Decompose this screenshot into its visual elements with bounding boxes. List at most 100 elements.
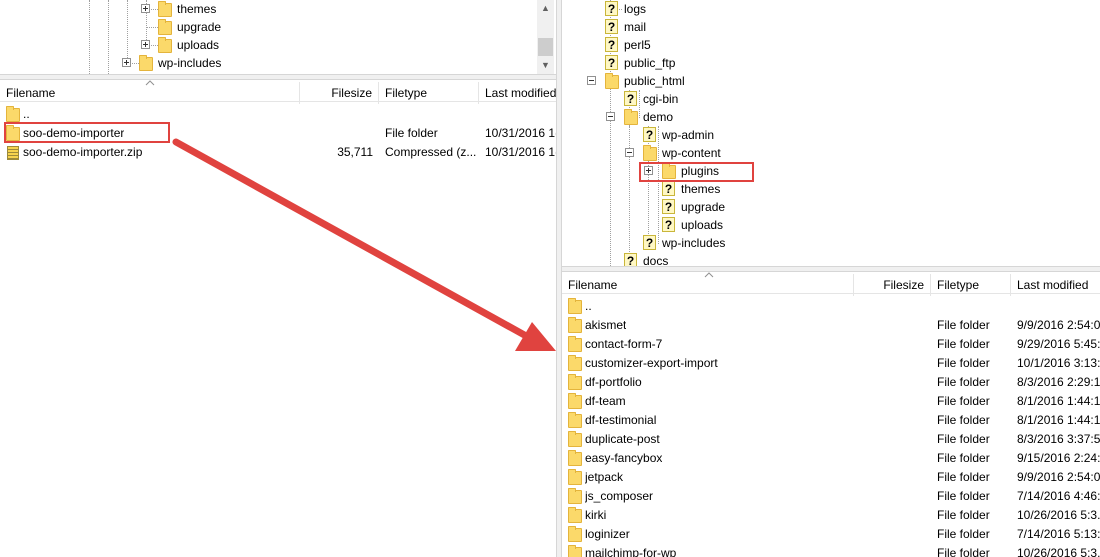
tree-item-public-html[interactable]: public_html xyxy=(562,72,1100,90)
file-name: duplicate-post xyxy=(585,432,660,446)
file-name: contact-form-7 xyxy=(585,337,663,351)
local-directory-tree[interactable]: themes upgrade uploads wp-includes xyxy=(0,0,537,74)
column-filetype[interactable]: Filetype xyxy=(379,82,479,104)
tree-item-wp-includes-remote[interactable]: ? wp-includes xyxy=(562,234,1100,252)
list-item[interactable]: js_composer File folder 7/14/2016 4:46:... xyxy=(562,487,1100,506)
tree-item-themes[interactable]: themes xyxy=(0,0,537,18)
tree-item-cgi-bin[interactable]: ? cgi-bin xyxy=(562,90,1100,108)
file-type: File folder xyxy=(937,394,990,408)
folder-icon xyxy=(568,507,582,523)
column-filename[interactable]: Filename xyxy=(0,82,300,104)
file-type: File folder xyxy=(937,489,990,503)
list-item[interactable]: duplicate-post File folder 8/3/2016 3:37:5… xyxy=(562,430,1100,449)
list-item[interactable]: .. xyxy=(562,297,1100,316)
file-modified: 9/15/2016 2:24:... xyxy=(1017,451,1100,465)
tree-item-label: uploads xyxy=(177,38,220,52)
file-name: mailchimp-for-wp xyxy=(585,546,677,557)
unknown-folder-icon: ? xyxy=(624,253,637,266)
folder-icon xyxy=(158,19,172,35)
file-type: File folder xyxy=(937,337,990,351)
tree-item-upgrade-remote[interactable]: ? upgrade xyxy=(562,198,1100,216)
file-type: File folder xyxy=(937,508,990,522)
tree-item-label: public_html xyxy=(624,74,685,88)
unknown-folder-icon: ? xyxy=(605,19,618,34)
folder-icon xyxy=(568,355,582,371)
file-modified: 8/1/2016 1:44:1... xyxy=(1017,413,1100,427)
column-last-modified[interactable]: Last modified xyxy=(479,82,556,104)
tree-item-public-ftp[interactable]: ? public_ftp xyxy=(562,54,1100,72)
tree-item-logs[interactable]: ? logs xyxy=(562,0,1100,18)
tree-item-wp-includes[interactable]: wp-includes xyxy=(0,54,537,72)
remote-file-list[interactable]: Filename Filesize Filetype Last modified… xyxy=(562,272,1100,557)
expand-icon[interactable] xyxy=(141,40,150,49)
file-type: File folder xyxy=(385,126,438,140)
file-type: File folder xyxy=(937,451,990,465)
column-filesize[interactable]: Filesize xyxy=(854,274,931,296)
expand-icon[interactable] xyxy=(141,4,150,13)
expand-icon[interactable] xyxy=(122,58,131,67)
collapse-icon[interactable] xyxy=(606,112,615,121)
local-file-list[interactable]: Filename Filesize Filetype Last modified… xyxy=(0,80,556,557)
file-name: kirki xyxy=(585,508,607,522)
column-filetype[interactable]: Filetype xyxy=(931,274,1011,296)
tree-item-mail[interactable]: ? mail xyxy=(562,18,1100,36)
list-item[interactable]: df-portfolio File folder 8/3/2016 2:29:1..… xyxy=(562,373,1100,392)
list-item[interactable]: df-team File folder 8/1/2016 1:44:1... xyxy=(562,392,1100,411)
collapse-icon[interactable] xyxy=(625,148,634,157)
unknown-folder-icon: ? xyxy=(662,199,675,214)
file-type: File folder xyxy=(937,527,990,541)
scroll-up-icon[interactable]: ▲ xyxy=(537,0,554,17)
tree-item-perl5[interactable]: ? perl5 xyxy=(562,36,1100,54)
file-name: df-testimonial xyxy=(585,413,657,427)
tree-item-label: wp-includes xyxy=(662,236,726,250)
tree-item-uploads[interactable]: uploads xyxy=(0,36,537,54)
local-tree-scrollbar[interactable]: ▲ ▼ xyxy=(537,0,554,74)
file-modified: 9/9/2016 2:54:0... xyxy=(1017,318,1100,332)
folder-icon xyxy=(605,73,619,89)
tree-item-label: cgi-bin xyxy=(643,92,679,106)
column-filename[interactable]: Filename xyxy=(562,274,854,296)
tree-item-label: wp-admin xyxy=(662,128,715,142)
tree-item-label: logs xyxy=(624,2,647,16)
file-type: File folder xyxy=(937,356,990,370)
folder-icon xyxy=(568,488,582,504)
tree-item-docs[interactable]: ? docs xyxy=(562,252,1100,266)
tree-item-upgrade[interactable]: upgrade xyxy=(0,18,537,36)
list-item-soo-demo-importer-zip[interactable]: soo-demo-importer.zip 35,711 Compressed … xyxy=(0,143,556,162)
list-item[interactable]: easy-fancybox File folder 9/15/2016 2:24:.… xyxy=(562,449,1100,468)
tree-item-uploads-remote[interactable]: ? uploads xyxy=(562,216,1100,234)
list-item[interactable]: customizer-export-import File folder 10/1/… xyxy=(562,354,1100,373)
list-item[interactable]: kirki File folder 10/26/2016 5:3... xyxy=(562,506,1100,525)
column-last-modified[interactable]: Last modified xyxy=(1011,274,1100,296)
folder-icon xyxy=(568,412,582,428)
tree-item-wp-admin[interactable]: ? wp-admin xyxy=(562,126,1100,144)
remote-directory-tree[interactable]: ? logs ? mail ? perl5 ? public_ftp publi… xyxy=(562,0,1100,266)
collapse-icon[interactable] xyxy=(587,76,596,85)
unknown-folder-icon: ? xyxy=(662,217,675,232)
local-folder-highlight xyxy=(4,122,170,143)
file-modified: 8/3/2016 2:29:1... xyxy=(1017,375,1100,389)
tree-item-label: themes xyxy=(681,182,721,196)
list-item[interactable]: akismet File folder 9/9/2016 2:54:0... xyxy=(562,316,1100,335)
list-item[interactable]: mailchimp-for-wp File folder 10/26/2016 5:… xyxy=(562,544,1100,557)
tree-item-label: themes xyxy=(177,2,217,16)
scroll-thumb[interactable] xyxy=(538,38,553,56)
tree-item-label: mail xyxy=(624,20,647,34)
file-modified: 8/1/2016 1:44:1... xyxy=(1017,394,1100,408)
list-item[interactable]: df-testimonial File folder 8/1/2016 1:44:1… xyxy=(562,411,1100,430)
tree-item-label: wp-includes xyxy=(158,56,222,70)
list-item[interactable]: loginizer File folder 7/14/2016 5:13:... xyxy=(562,525,1100,544)
tree-item-demo[interactable]: demo xyxy=(562,108,1100,126)
tree-item-label: docs xyxy=(643,254,669,266)
folder-icon xyxy=(568,298,582,314)
file-modified: 7/14/2016 4:46:... xyxy=(1017,489,1100,503)
tree-item-wp-content[interactable]: wp-content xyxy=(562,144,1100,162)
file-name: .. xyxy=(585,299,592,313)
list-item[interactable]: contact-form-7 File folder 9/29/2016 5:45:… xyxy=(562,335,1100,354)
column-filesize[interactable]: Filesize xyxy=(300,82,379,104)
list-item[interactable]: jetpack File folder 9/9/2016 2:54:0... xyxy=(562,468,1100,487)
unknown-folder-icon: ? xyxy=(624,91,637,106)
file-type: File folder xyxy=(937,546,990,557)
tree-item-themes-remote[interactable]: ? themes xyxy=(562,180,1100,198)
scroll-down-icon[interactable]: ▼ xyxy=(537,57,554,74)
